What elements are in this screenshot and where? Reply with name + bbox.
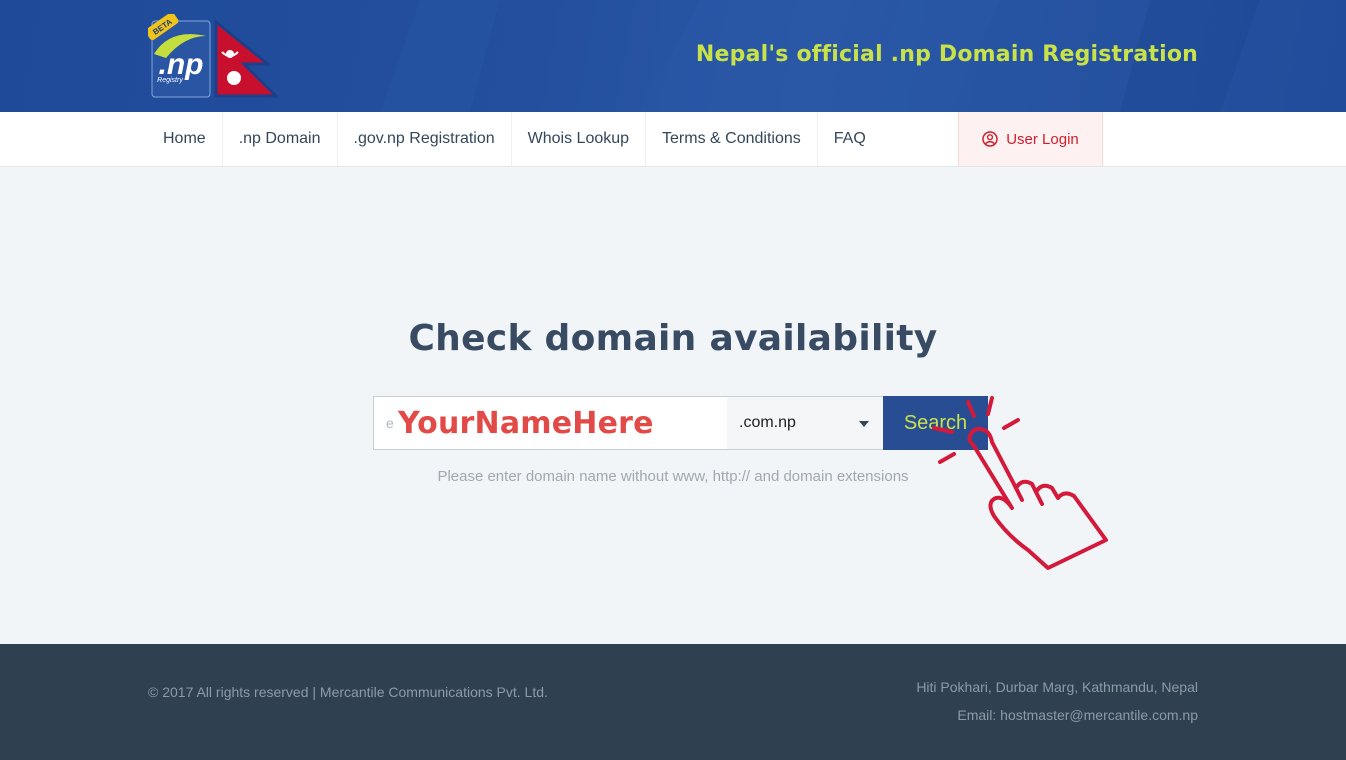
search-button[interactable]: Search — [883, 396, 988, 450]
nav-item-whois-lookup[interactable]: Whois Lookup — [512, 112, 647, 166]
footer-address: Hiti Pokhari, Durbar Marg, Kathmandu, Ne… — [916, 679, 1198, 695]
domain-input-value: YourNameHere — [398, 405, 654, 441]
user-login-button[interactable]: User Login — [958, 112, 1103, 166]
nepal-flag-icon — [214, 18, 280, 98]
nav-item-home[interactable]: Home — [148, 112, 223, 166]
page-title: Check domain availability — [408, 318, 938, 359]
footer-email[interactable]: Email: hostmaster@mercantile.com.np — [957, 707, 1198, 723]
nav-item-faq[interactable]: FAQ — [818, 112, 882, 166]
main-navigation: Home .np Domain .gov.np Registration Who… — [0, 112, 1346, 167]
search-hint: Please enter domain name without www, ht… — [437, 468, 909, 485]
domain-name-input[interactable]: e YourNameHere — [373, 396, 727, 450]
domain-extension-value: .com.np — [739, 414, 796, 431]
nav-item-terms-conditions[interactable]: Terms & Conditions — [646, 112, 818, 166]
site-footer: © 2017 All rights reserved | Mercantile … — [0, 644, 1346, 760]
user-login-label: User Login — [1006, 130, 1079, 148]
footer-copyright: © 2017 All rights reserved | Mercantile … — [148, 684, 548, 700]
nav-item-gov-np-registration[interactable]: .gov.np Registration — [338, 112, 512, 166]
domain-input-placeholder: e — [386, 415, 394, 431]
user-circle-icon — [982, 131, 998, 147]
site-header: BETA .np Registry Nepal's official .np D… — [0, 0, 1346, 112]
caret-down-icon — [859, 421, 869, 427]
domain-extension-select[interactable]: .com.np — [727, 396, 883, 450]
logo-subtext: Registry — [157, 77, 183, 84]
np-registry-logo[interactable]: BETA .np Registry — [145, 12, 280, 100]
nav-items: Home .np Domain .gov.np Registration Who… — [148, 112, 882, 166]
nav-item-np-domain[interactable]: .np Domain — [223, 112, 338, 166]
domain-search-form: e YourNameHere .com.np Search — [373, 396, 988, 450]
site-tagline: Nepal's official .np Domain Registration — [695, 42, 1198, 67]
